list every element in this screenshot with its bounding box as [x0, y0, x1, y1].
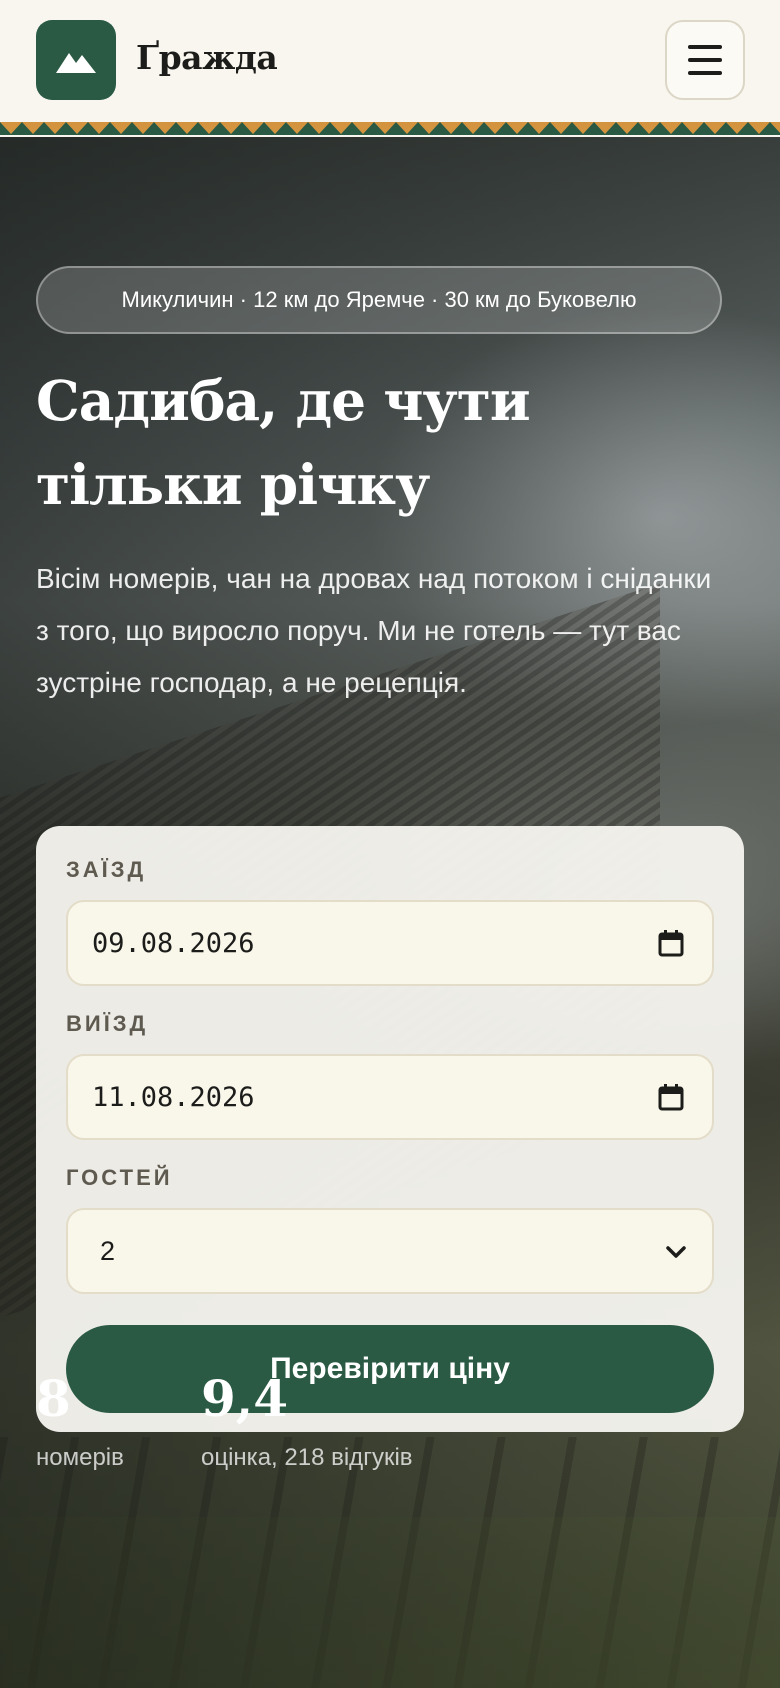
mountain-icon — [56, 53, 96, 73]
hamburger-icon-bar — [688, 58, 722, 62]
guests-select[interactable]: 2 — [66, 1208, 714, 1294]
brand-name[interactable]: Ґражда — [136, 38, 278, 77]
booking-form: ЗАЇЗД 09.08.2026 ВИЇЗД 11.08.2026 ГОСТЕЙ… — [36, 826, 744, 1432]
hamburger-icon-bar — [688, 71, 722, 75]
menu-button[interactable] — [665, 20, 745, 100]
guests-value: 2 — [100, 1235, 116, 1266]
stat-rooms-label: номерів — [36, 1444, 124, 1471]
logo[interactable] — [36, 20, 116, 100]
hero-description: Вісім номерів, чан на дровах над потоком… — [36, 563, 712, 698]
hamburger-icon — [688, 45, 722, 49]
stat-rooms-value: 8 — [36, 1369, 71, 1428]
site-header: Ґражда — [0, 0, 780, 124]
checkout-label: ВИЇЗД — [66, 1011, 149, 1036]
checkout-date-input[interactable]: 11.08.2026 — [66, 1054, 714, 1140]
checkin-date-input[interactable]: 09.08.2026 — [66, 900, 714, 986]
title-line-2: тільки річку — [36, 452, 430, 517]
location-text: Микуличин · 12 км до Яремче · 30 км до Б… — [121, 287, 637, 312]
page-title: Садиба, де чути тільки річку — [36, 359, 736, 527]
title-line-1: Садиба, де чути — [36, 368, 531, 433]
checkout-value: 11.08.2026 — [92, 1081, 255, 1113]
calendar-icon[interactable] — [658, 1083, 684, 1111]
chevron-down-icon — [666, 1246, 686, 1258]
checkin-label: ЗАЇЗД — [66, 857, 147, 882]
calendar-icon[interactable] — [658, 929, 684, 957]
checkin-value: 09.08.2026 — [92, 927, 255, 959]
stat-rating-value: 9,4 — [201, 1369, 288, 1428]
check-price-label: Перевірити ціну — [270, 1352, 510, 1385]
guests-label: ГОСТЕЙ — [66, 1165, 173, 1190]
stat-rating-label: оцінка, 218 відгуків — [201, 1444, 413, 1471]
ornament-border — [0, 122, 780, 137]
location-pill: Микуличин · 12 км до Яремче · 30 км до Б… — [36, 266, 722, 334]
check-price-button[interactable]: Перевірити ціну — [66, 1325, 714, 1413]
